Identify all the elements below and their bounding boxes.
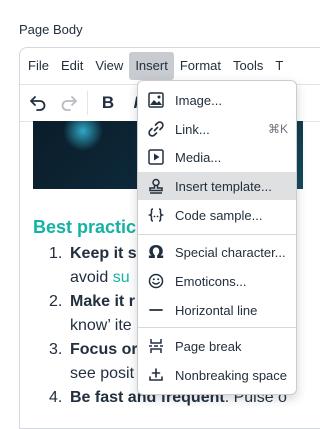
bold-icon: B xyxy=(101,93,115,112)
menu-edit[interactable]: Edit xyxy=(55,52,89,80)
nonbreaking-space-icon xyxy=(147,366,165,384)
menubar: File Edit View Insert Format Tools T xyxy=(20,48,320,84)
menu-item-page-break[interactable]: Page break xyxy=(138,332,296,360)
undo-button[interactable] xyxy=(26,91,50,115)
page-body-label: Page Body xyxy=(19,22,83,37)
link-shortcut: ⌘K xyxy=(267,122,288,136)
bold-button[interactable]: B xyxy=(96,91,120,115)
menu-tools[interactable]: Tools xyxy=(227,52,269,80)
redo-icon xyxy=(61,96,77,111)
code-sample-icon xyxy=(147,206,165,224)
redo-button[interactable] xyxy=(57,91,81,115)
menu-insert[interactable]: Insert xyxy=(129,52,174,80)
menu-file[interactable]: File xyxy=(22,52,55,80)
page-break-icon xyxy=(147,337,165,355)
link-icon xyxy=(147,120,165,138)
menu-item-image[interactable]: Image... xyxy=(138,86,296,114)
omega-icon: Ω xyxy=(148,241,164,263)
menu-separator xyxy=(138,327,296,328)
menu-item-special-character[interactable]: Ω Special character... xyxy=(138,238,296,266)
template-icon xyxy=(147,177,165,195)
menu-format[interactable]: Format xyxy=(174,52,227,80)
menu-view[interactable]: View xyxy=(89,52,129,80)
emoticon-icon xyxy=(147,272,165,290)
menu-separator xyxy=(138,234,296,235)
content-heading: Best practic xyxy=(33,217,137,237)
menu-item-emoticons[interactable]: Emoticons... xyxy=(138,267,296,295)
media-icon xyxy=(147,148,165,166)
insert-menu: Image... Link... ⌘K Media... Insert temp… xyxy=(137,80,297,395)
menu-item-horizontal-line[interactable]: Horizontal line xyxy=(138,296,296,324)
menu-item-media[interactable]: Media... xyxy=(138,143,296,171)
menu-item-insert-template[interactable]: Insert template... xyxy=(138,172,296,200)
menu-item-link[interactable]: Link... ⌘K xyxy=(138,115,296,143)
menu-item-nonbreaking-space[interactable]: Nonbreaking space xyxy=(138,361,296,389)
image-icon xyxy=(147,91,165,109)
menu-item-code-sample[interactable]: Code sample... xyxy=(138,201,296,229)
undo-icon xyxy=(30,96,46,111)
menu-table[interactable]: T xyxy=(269,52,289,80)
horizontal-line-icon xyxy=(147,301,165,319)
toolbar-divider xyxy=(87,91,88,115)
